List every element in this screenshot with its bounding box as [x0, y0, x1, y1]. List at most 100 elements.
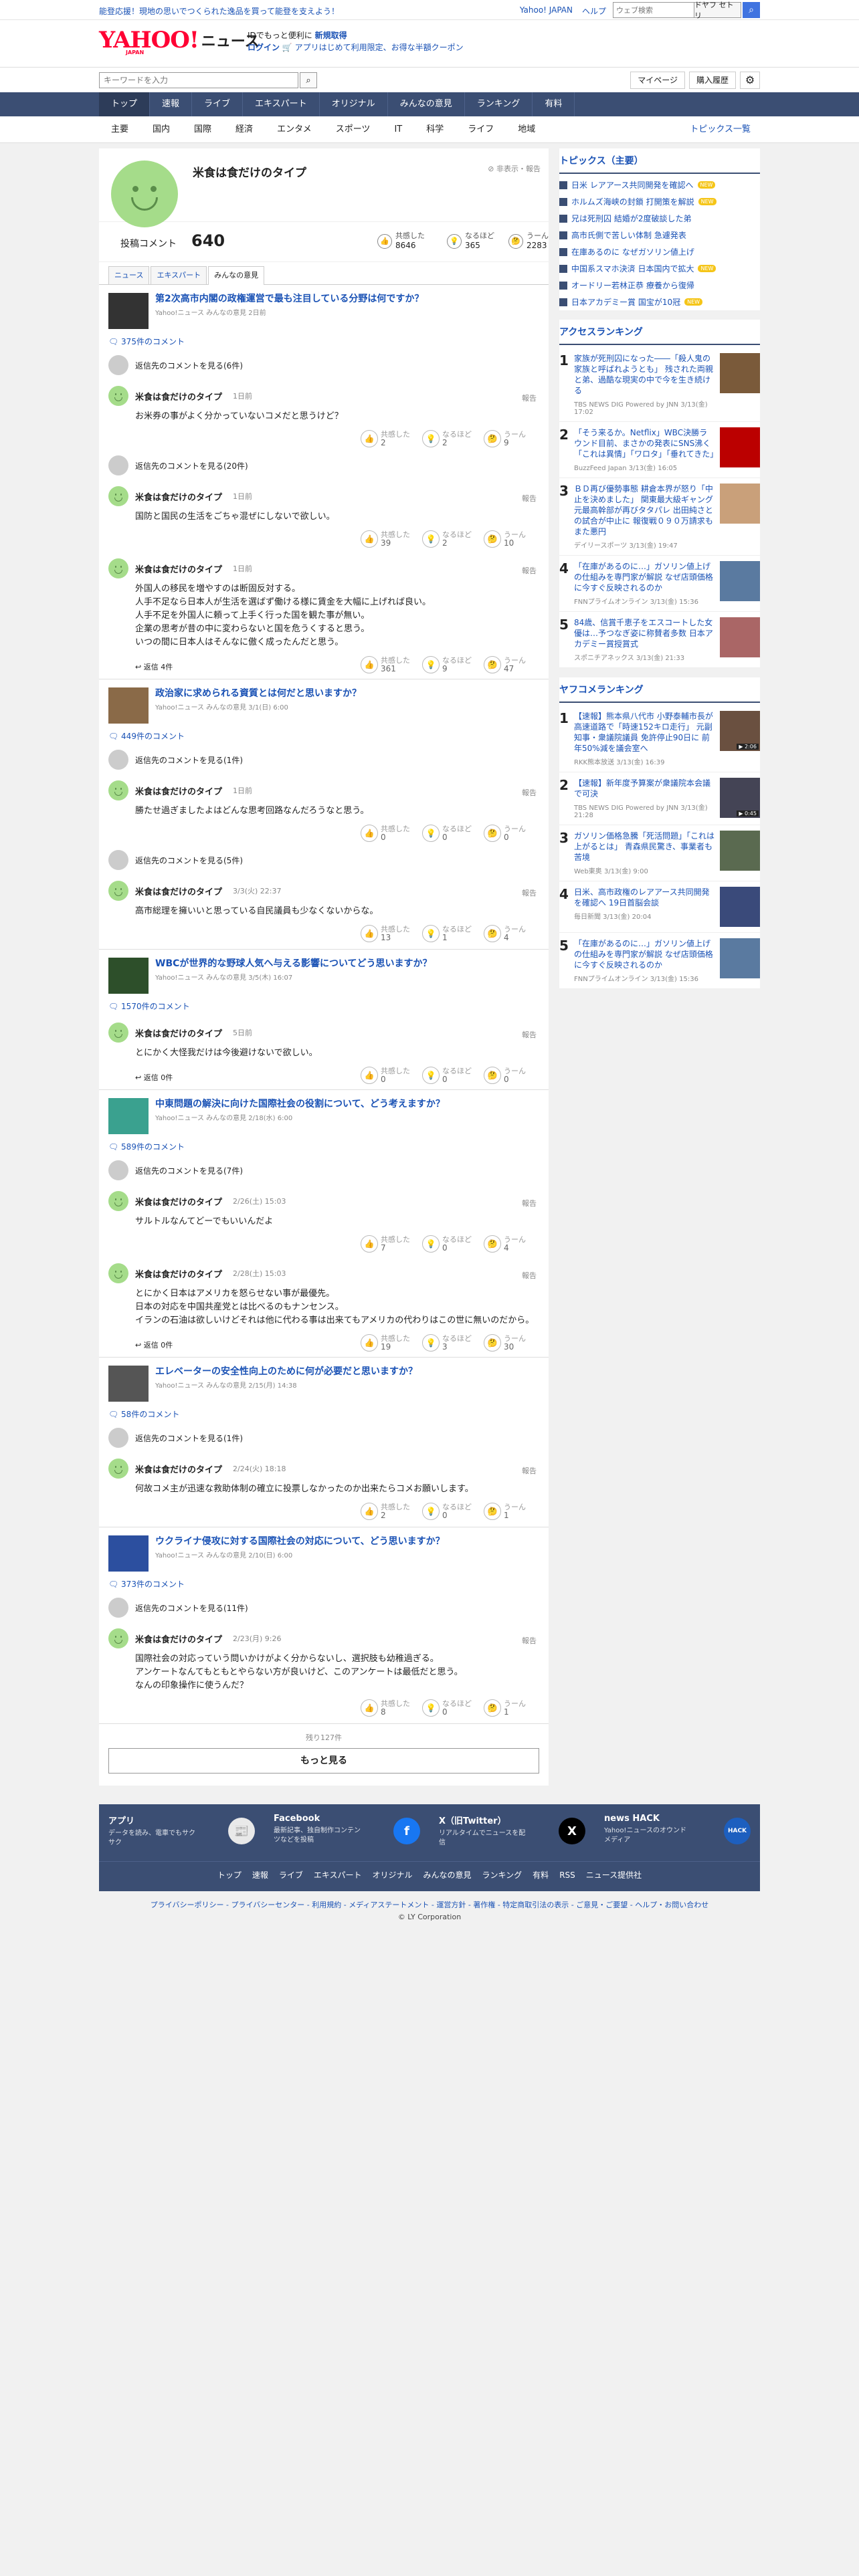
legal-links[interactable]: プライバシーポリシー - プライバシーセンター - 利用規約 - メディアステー… [0, 1899, 859, 1910]
help-link[interactable]: ヘルプ [582, 5, 606, 17]
reaction-button[interactable]: 💡 なるほど 2 [422, 430, 472, 447]
reaction-button[interactable]: 💡 なるほど 0 [422, 1503, 472, 1520]
footer-link-3[interactable]: エキスパート [314, 1862, 362, 1889]
footer-item-3[interactable]: news HACK Yahoo!ニュースのオウンドメディア HACK [595, 1804, 760, 1861]
login-link[interactable]: ログイン [248, 43, 280, 52]
replies-link[interactable]: ↩ 返信 0件 [135, 1339, 539, 1350]
comment-count-link[interactable]: 🗨 589件のコメント [108, 1141, 539, 1152]
gnav-item-6[interactable]: ランキング [465, 92, 533, 116]
reaction-button[interactable]: 🤔 うーん 0 [484, 1067, 526, 1084]
reaction-button[interactable]: 👍 共感した 13 [361, 925, 410, 942]
topic-item-0[interactable]: 日米 レアアース共同開発を確認へ NEW [559, 177, 760, 193]
hide-report-link[interactable]: ⊘ 非表示・報告 [488, 163, 541, 174]
reaction-button[interactable]: 🤔 うーん 0 [484, 825, 526, 842]
comment-count-link[interactable]: 🗨 1570件のコメント [108, 1000, 539, 1012]
reply-toggle[interactable]: 返信先のコメントを見る(20件) [108, 455, 539, 475]
ranking-item-2[interactable]: 3 ガソリン価格急騰「死活問題」「これは上がるとは」 青森県民驚き、事業者も苦境 W… [559, 825, 760, 881]
comment-author[interactable]: 米食は食だけのタイプ [135, 562, 222, 575]
report-link[interactable]: 報告 [522, 887, 537, 898]
article-title[interactable]: 政治家に求められる資質とは何だと思いますか？ [155, 687, 361, 700]
category-item-1[interactable]: 国内 [140, 116, 182, 143]
footer-link-2[interactable]: ライブ [279, 1862, 303, 1889]
footer-link-1[interactable]: 速報 [252, 1862, 268, 1889]
category-item-0[interactable]: 主要 [99, 116, 140, 143]
reaction-button[interactable]: 👍 共感した 0 [361, 1067, 410, 1084]
search-icon[interactable]: ⌕ [743, 2, 760, 18]
reaction-button[interactable]: 🤔 うーん 1 [484, 1699, 526, 1717]
article-title[interactable]: エレベーターの安全性向上のために何が必要だと思いますか？ [155, 1366, 417, 1378]
ranking-item-3[interactable]: 4 日米、高市政権のレアアース共同開発を確認へ 19日首脳会談 毎日新聞 3/13(… [559, 881, 760, 933]
reaction-button[interactable]: 👍 共感した 2 [361, 1503, 410, 1520]
reply-toggle[interactable]: 返信先のコメントを見る(11件) [108, 1598, 539, 1618]
reaction-button[interactable]: 🤔 うーん 4 [484, 1235, 526, 1253]
article-title[interactable]: 中東問題の解決に向けた国際社会の役割について、どう考えますか？ [155, 1098, 445, 1111]
reaction-button[interactable]: 🤔 うーん 10 [484, 530, 526, 548]
reaction-button[interactable]: 🤔 うーん 4 [484, 925, 526, 942]
report-link[interactable]: 報告 [522, 565, 537, 576]
register-link[interactable]: 新規取得 [315, 31, 347, 40]
ranking-item-2[interactable]: 3 ＢＤ再び優勢事態 耕倉本界が怒り「中止を決めました」 関東最大級ギャング元最高… [559, 478, 760, 556]
article-thumbnail[interactable] [108, 687, 149, 724]
tab-opinion[interactable]: みんなの意見 [208, 266, 265, 285]
purchase-history-button[interactable]: 購入履歴 [688, 72, 736, 89]
footer-link-4[interactable]: オリジナル [373, 1862, 413, 1889]
reaction-button[interactable]: 👍 共感した 19 [361, 1334, 410, 1352]
footer-link-7[interactable]: 有料 [533, 1862, 549, 1889]
report-link[interactable]: 報告 [522, 1198, 537, 1208]
reaction-button[interactable]: 💡 なるほど 9 [422, 656, 472, 673]
tab-expert[interactable]: エキスパート [151, 266, 207, 284]
reply-toggle[interactable]: 返信先のコメントを見る(1件) [108, 1428, 539, 1448]
ranking-item-4[interactable]: 5 「在庫があるのに…」ガソリン値上げの仕組みを専門家が解説 なぜ店頭価格に今すぐ… [559, 933, 760, 989]
footer-link-0[interactable]: トップ [217, 1862, 242, 1889]
report-link[interactable]: 報告 [522, 1465, 537, 1476]
article-title[interactable]: WBCが世界的な野球人気へ与える影響についてどう思いますか？ [155, 958, 432, 970]
reaction-button[interactable]: 🤔 うーん 47 [484, 656, 526, 673]
report-link[interactable]: 報告 [522, 393, 537, 403]
gnav-item-5[interactable]: みんなの意見 [388, 92, 465, 116]
reaction-button[interactable]: 💡 なるほど 0 [422, 1067, 472, 1084]
report-link[interactable]: 報告 [522, 787, 537, 798]
replies-link[interactable]: ↩ 返信 0件 [135, 1072, 539, 1083]
replies-link[interactable]: ↩ 返信 4件 [135, 661, 539, 672]
search-icon[interactable]: ⌕ [300, 72, 317, 88]
gnav-item-4[interactable]: オリジナル [320, 92, 388, 116]
topic-item-7[interactable]: 日本アカデミー賞 国宝が10冠 NEW [559, 294, 760, 310]
web-search-mode[interactable]: ドヤフ セトリ [694, 1, 741, 20]
comment-author[interactable]: 米食は食だけのタイプ [135, 1267, 222, 1280]
coupon-link[interactable]: 🛒 アプリはじめて利用限定、お得な半額クーポン [282, 43, 464, 52]
category-item-9[interactable]: 地域 [506, 116, 547, 143]
category-item-8[interactable]: ライフ [456, 116, 506, 143]
ranking-item-0[interactable]: 1 【速報】熊本県八代市 小野泰輔市長が高速道路で「時速152キロ走行」 元副知事… [559, 706, 760, 772]
topic-item-1[interactable]: ホルムズ海峡の封鎖 打開策を解説 NEW [559, 193, 760, 210]
reply-toggle[interactable]: 返信先のコメントを見る(7件) [108, 1160, 539, 1180]
ranking-item-0[interactable]: 1 家族が死刑囚になった――「殺人鬼の家族と呼ばれようとも」 残された両親と弟、過… [559, 348, 760, 422]
footer-link-5[interactable]: みんなの意見 [423, 1862, 472, 1889]
report-link[interactable]: 報告 [522, 1635, 537, 1646]
article-title[interactable]: 第2次高市内閣の政権運営で最も注目している分野は何ですか？ [155, 293, 423, 306]
report-link[interactable]: 報告 [522, 1029, 537, 1040]
article-thumbnail[interactable] [108, 293, 149, 329]
gnav-item-7[interactable]: 有料 [533, 92, 575, 116]
category-item-2[interactable]: 国際 [182, 116, 223, 143]
topic-item-3[interactable]: 高市氏側で苦しい体制 急遽発表 [559, 227, 760, 243]
yahoo-japan-link[interactable]: Yahoo! JAPAN [520, 5, 573, 17]
reaction-button[interactable]: 👍 共感した 7 [361, 1235, 410, 1253]
article-thumbnail[interactable] [108, 1366, 149, 1402]
reply-toggle[interactable]: 返信先のコメントを見る(1件) [108, 750, 539, 770]
reaction-button[interactable]: 💡 なるほど 0 [422, 1235, 472, 1253]
tab-news[interactable]: ニュース [108, 266, 150, 284]
reaction-button[interactable]: 💡 なるほど 0 [422, 825, 472, 842]
reaction-button[interactable]: 🤔 うーん 1 [484, 1503, 526, 1520]
comment-count-link[interactable]: 🗨 375件のコメント [108, 336, 539, 347]
report-link[interactable]: 報告 [522, 1270, 537, 1281]
gnav-item-0[interactable]: トップ [99, 92, 151, 116]
topic-item-4[interactable]: 在庫あるのに なぜガソリン値上げ [559, 243, 760, 260]
reaction-button[interactable]: 🤔 うーん 9 [484, 430, 526, 447]
reaction-button[interactable]: 💡 なるほど 1 [422, 925, 472, 942]
report-link[interactable]: 報告 [522, 493, 537, 504]
footer-link-6[interactable]: ランキング [482, 1862, 522, 1889]
article-thumbnail[interactable] [108, 1098, 149, 1134]
topic-item-2[interactable]: 兄は死刑囚 結婚が2度破談した弟 [559, 210, 760, 227]
comment-author[interactable]: 米食は食だけのタイプ [135, 784, 222, 797]
ranking-item-4[interactable]: 5 84歳、信賞千恵子をエスコートした女優は…予つなぎ姿に称賛者多数 日本アカデミ… [559, 612, 760, 668]
